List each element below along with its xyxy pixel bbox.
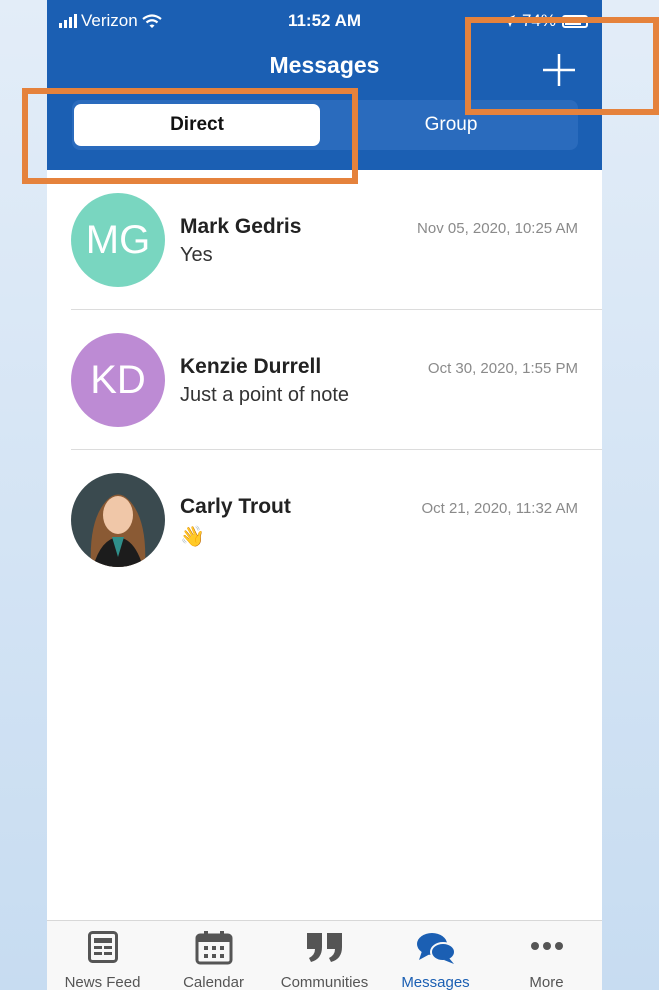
avatar (71, 473, 165, 567)
message-type-segmented-control: Direct Group (72, 100, 578, 150)
message-timestamp: Oct 21, 2020, 11:32 AM (421, 500, 579, 517)
status-right: 74% (502, 11, 588, 31)
profile-photo (71, 473, 165, 567)
tab-more[interactable]: More (491, 921, 602, 990)
new-message-button[interactable] (529, 40, 589, 100)
tab-label: Communities (280, 974, 369, 990)
message-timestamp: Nov 05, 2020, 10:25 AM (417, 220, 578, 237)
message-preview: Just a point of note (180, 384, 350, 406)
conversation-row[interactable]: Carly Trout 👋 Oct 21, 2020, 11:32 AM (47, 450, 602, 590)
status-bar: Verizon 11:52 AM 74% (47, 9, 602, 33)
group-tab[interactable]: Group (328, 104, 574, 146)
conversation-row[interactable]: MG Mark Gedris Yes Nov 05, 2020, 10:25 A… (47, 170, 602, 310)
avatar: MG (71, 193, 165, 287)
conversation-row[interactable]: KD Kenzie Durrell Just a point of note O… (47, 310, 602, 450)
quote-icon (306, 933, 342, 962)
tab-label: More (529, 974, 564, 990)
phone-screen: Verizon 11:52 AM 74% Messages Direct Gro… (47, 0, 602, 990)
tab-calendar[interactable]: Calendar (158, 921, 269, 990)
plus-icon (543, 54, 575, 86)
contact-name: Mark Gedris (180, 215, 302, 238)
more-dots-icon (530, 942, 563, 950)
news-feed-icon (87, 931, 118, 963)
bottom-tab-bar: News Feed Calendar Communities Messages … (47, 920, 602, 990)
message-timestamp: Oct 30, 2020, 1:55 PM (427, 360, 578, 377)
direct-tab[interactable]: Direct (74, 104, 320, 146)
chat-bubbles-icon (416, 933, 456, 964)
calendar-icon (195, 931, 232, 965)
message-preview: Yes (180, 244, 213, 266)
tab-communities[interactable]: Communities (269, 921, 380, 990)
tab-label: Calendar (183, 974, 244, 990)
tab-news-feed[interactable]: News Feed (47, 921, 158, 990)
app-header: Verizon 11:52 AM 74% Messages Direct Gro… (47, 0, 602, 170)
message-preview: 👋 (180, 526, 205, 548)
location-arrow-icon (502, 15, 515, 27)
avatar: KD (71, 333, 165, 427)
page-title: Messages (269, 52, 380, 78)
tab-label: News Feed (64, 974, 141, 990)
conversation-list: MG Mark Gedris Yes Nov 05, 2020, 10:25 A… (47, 170, 602, 590)
contact-name: Carly Trout (180, 495, 291, 518)
battery-percent: 74% (521, 11, 556, 30)
tab-label: Messages (401, 974, 470, 990)
tab-messages[interactable]: Messages (380, 921, 491, 990)
battery-icon (562, 14, 588, 28)
contact-name: Kenzie Durrell (180, 355, 322, 378)
